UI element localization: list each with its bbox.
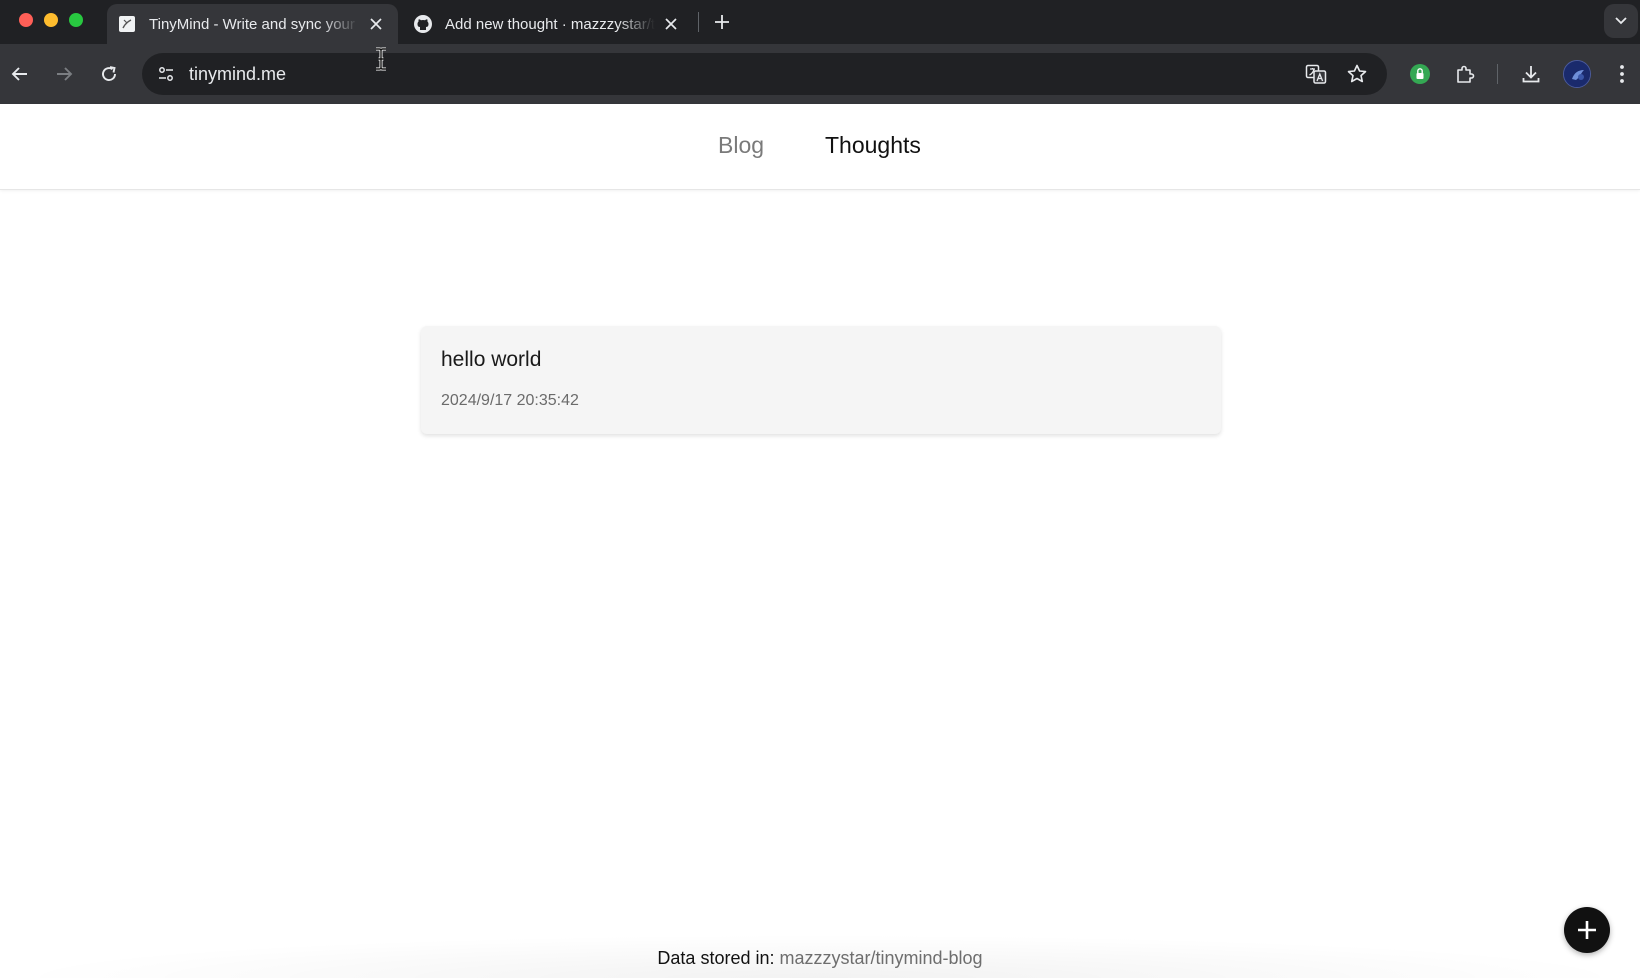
thought-text: hello world	[441, 348, 542, 371]
plus-icon	[1578, 921, 1596, 939]
tab-title: TinyMind - Write and sync your thoughts	[149, 15, 359, 33]
profile-avatar[interactable]	[1563, 60, 1591, 88]
arrow-left-icon	[11, 67, 27, 81]
reload-icon	[102, 66, 116, 81]
page-content: Blog Thoughts hello world 2024/9/17 20:3…	[0, 104, 1640, 978]
tab-close-icon[interactable]	[366, 14, 386, 34]
arrow-right-icon	[57, 67, 73, 81]
close-window-button[interactable]	[19, 13, 33, 27]
browser-toolbar: tinymind.me	[0, 44, 1640, 104]
tinymind-favicon-icon	[117, 14, 137, 34]
footer: Data stored in: mazzzystar/tinymind-blog	[0, 934, 1640, 978]
address-bar[interactable]: tinymind.me	[142, 53, 1387, 95]
browser-tab-strip: TinyMind - Write and sync your thoughts …	[0, 0, 1640, 44]
footer-repo-link[interactable]: mazzzystar/tinymind-blog	[780, 948, 983, 968]
bookmark-star-icon[interactable]	[1345, 62, 1369, 86]
nav-link-thoughts[interactable]: Thoughts	[825, 132, 921, 159]
tab-tinymind[interactable]: TinyMind - Write and sync your thoughts	[107, 4, 398, 44]
footer-storage-info: Data stored in: mazzzystar/tinymind-blog	[0, 948, 1640, 969]
tab-search-button[interactable]	[1604, 4, 1638, 38]
forward-button[interactable]	[49, 59, 79, 89]
translate-icon[interactable]	[1304, 62, 1328, 86]
reload-button[interactable]	[94, 59, 124, 89]
nav-link-blog[interactable]: Blog	[718, 132, 764, 159]
site-navbar: Blog Thoughts	[0, 104, 1640, 190]
tab-title: Add new thought · mazzzystar/tinymind-bl…	[445, 15, 655, 33]
plus-icon	[715, 15, 729, 29]
github-icon	[413, 14, 433, 34]
downloads-icon[interactable]	[1516, 59, 1546, 89]
site-settings-icon[interactable]	[152, 60, 180, 88]
chevron-down-icon	[1615, 17, 1627, 25]
add-thought-button[interactable]	[1564, 907, 1610, 953]
tab-github[interactable]: Add new thought · mazzzystar/tinymind-bl…	[403, 4, 693, 44]
browser-menu-icon[interactable]	[1607, 59, 1637, 89]
extension-vpn-icon[interactable]	[1405, 59, 1435, 89]
extensions-puzzle-icon[interactable]	[1450, 59, 1480, 89]
url-text: tinymind.me	[189, 64, 287, 84]
back-button[interactable]	[5, 59, 35, 89]
tab-close-icon[interactable]	[661, 14, 681, 34]
maximize-window-button[interactable]	[69, 13, 83, 27]
minimize-window-button[interactable]	[44, 13, 58, 27]
footer-label: Data stored in:	[657, 948, 775, 968]
thought-timestamp: 2024/9/17 20:35:42	[441, 392, 579, 409]
text-cursor-icon	[376, 47, 386, 71]
new-tab-button[interactable]	[708, 8, 736, 36]
toolbar-separator	[1497, 64, 1498, 84]
thought-card: hello world 2024/9/17 20:35:42	[421, 326, 1221, 434]
tab-separator	[698, 12, 699, 32]
